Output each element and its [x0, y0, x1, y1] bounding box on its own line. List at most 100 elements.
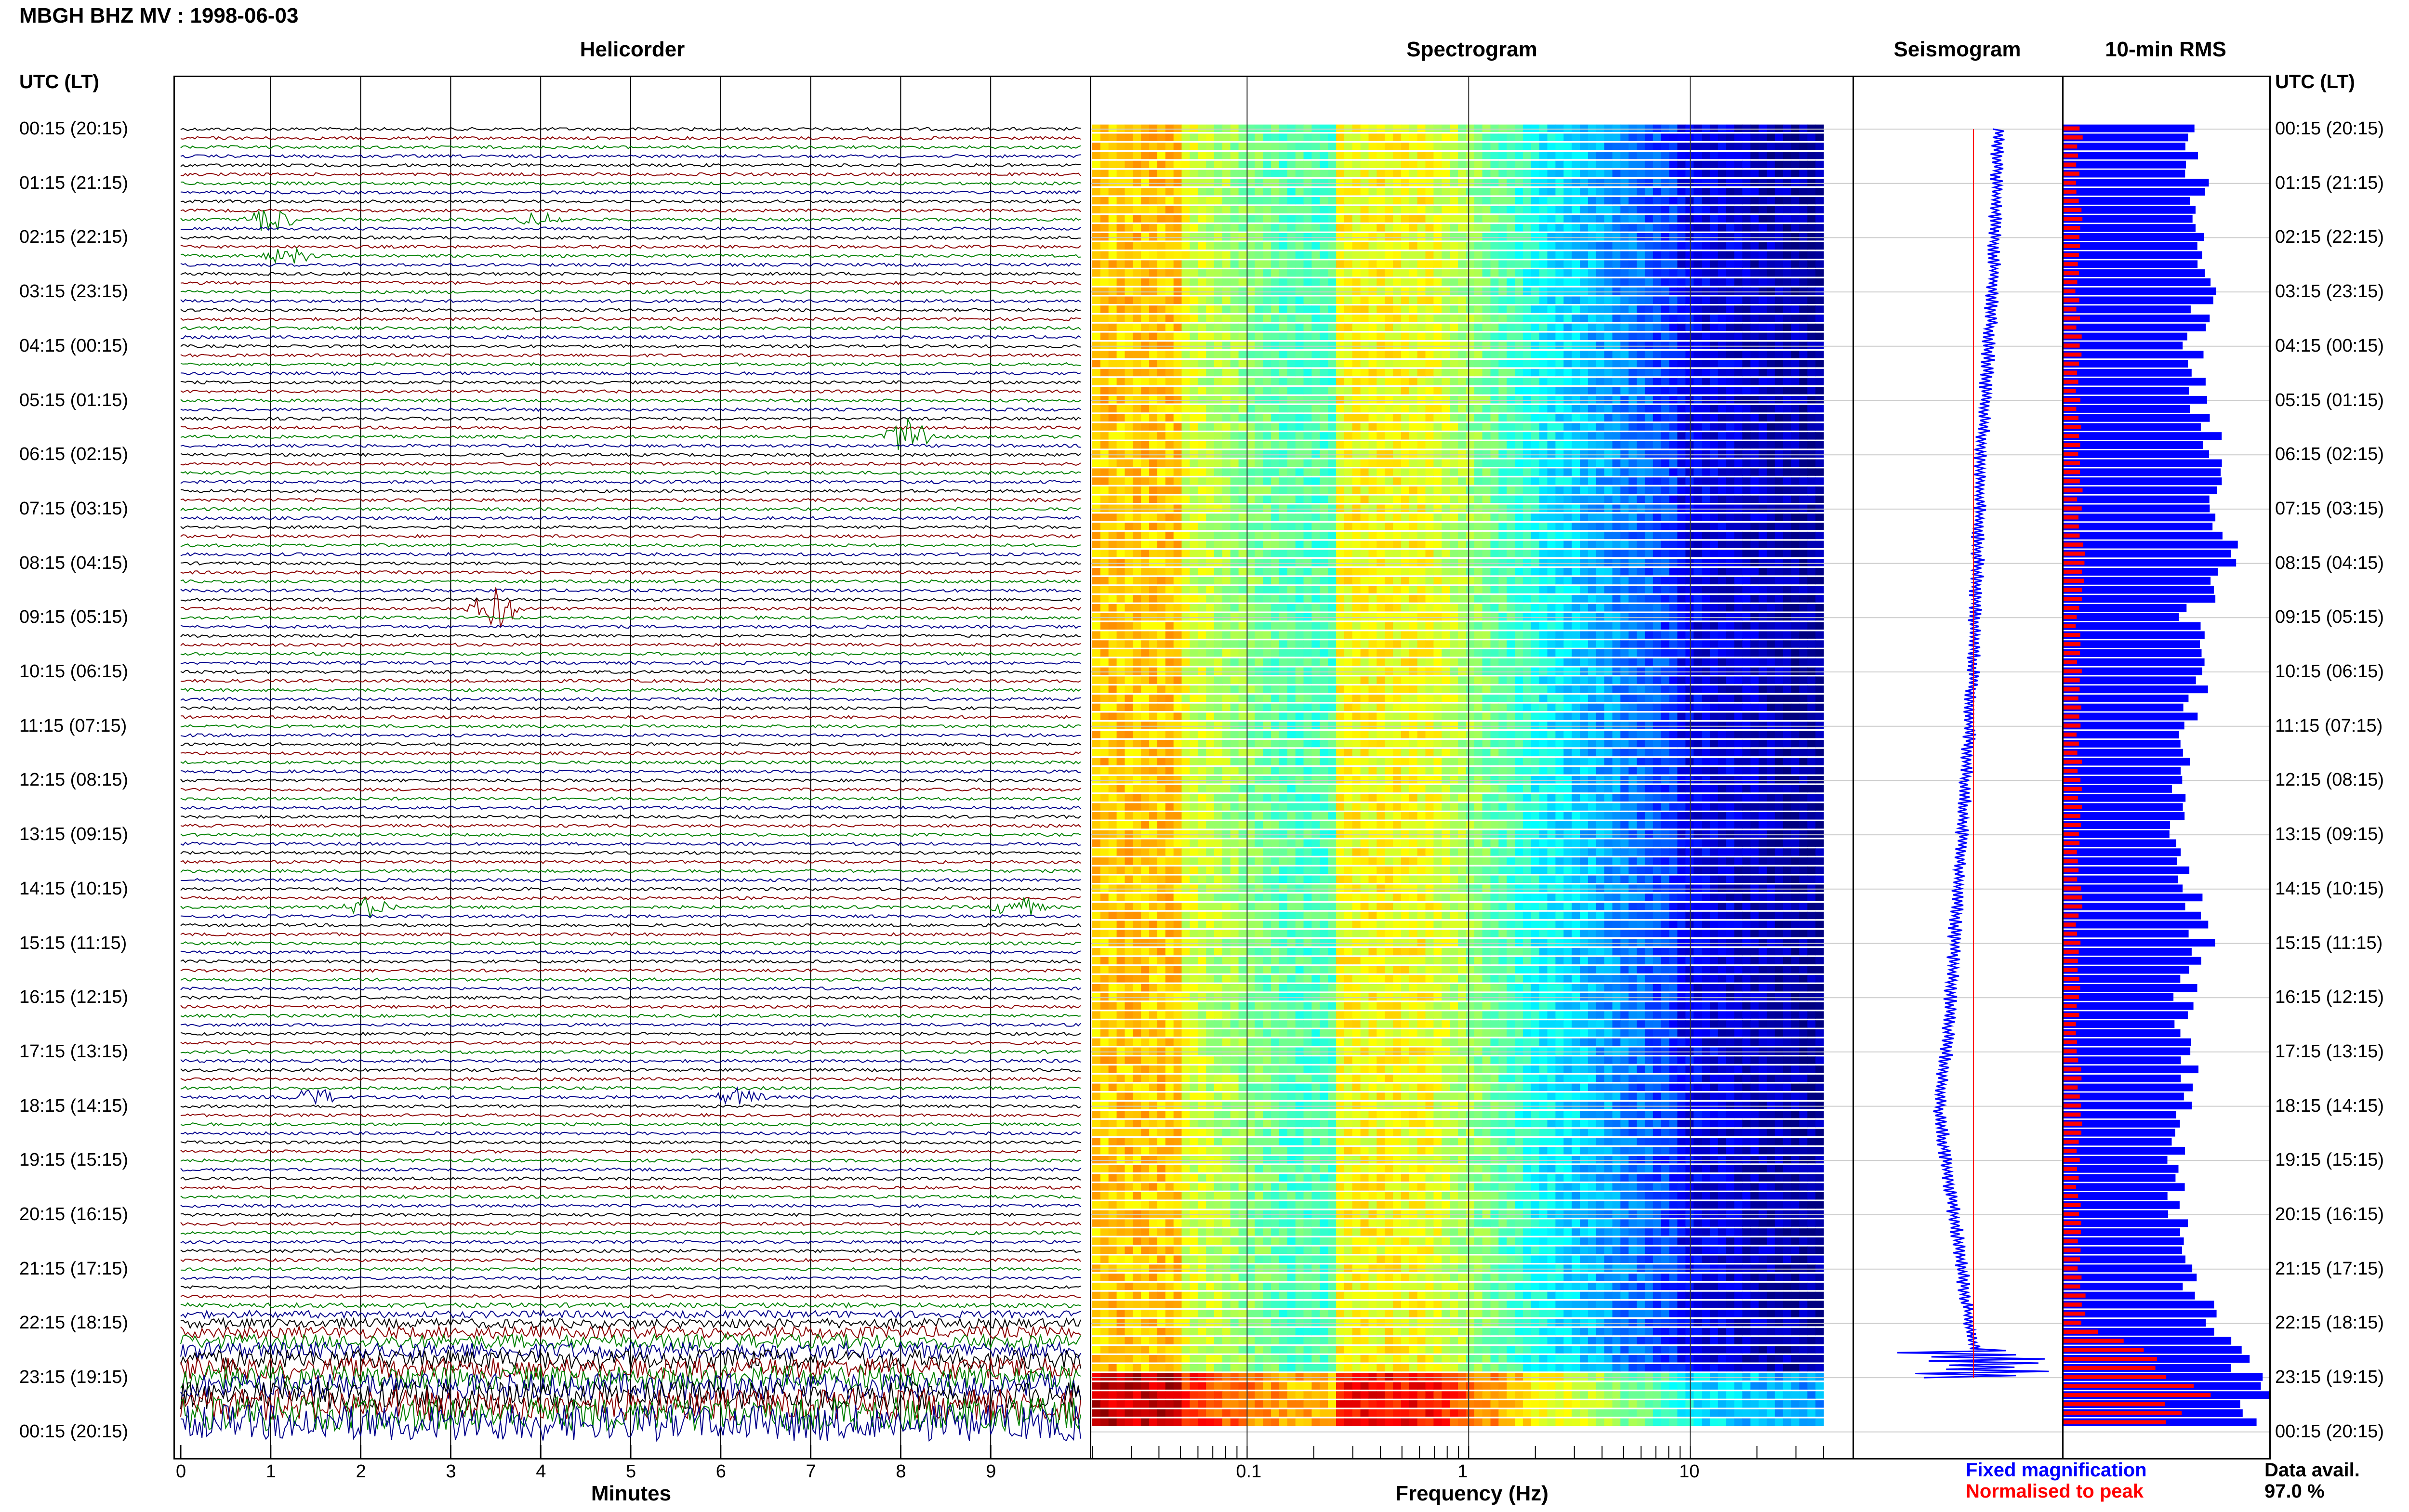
spectrogram-cell	[1490, 242, 1499, 250]
spectrogram-cell	[1791, 432, 1800, 440]
spectrogram-cell	[1409, 450, 1418, 458]
spectrogram-cell	[1774, 595, 1784, 603]
spectrogram-cell	[1458, 378, 1467, 385]
spectrogram-cell	[1368, 315, 1377, 322]
spectrogram-cell	[1450, 170, 1458, 177]
spectrogram-cell	[1458, 197, 1467, 205]
spectrogram-cell	[1815, 242, 1824, 250]
time-label-right: 12:15 (08:15)	[2275, 770, 2384, 790]
spectrogram-cell	[1417, 305, 1426, 313]
spectrogram-cell	[1515, 143, 1523, 150]
time-label-right: 10:15 (06:15)	[2275, 661, 2384, 682]
spectrogram-cell	[1628, 315, 1637, 322]
spectrogram-cell	[1100, 152, 1109, 159]
spectrogram-cell	[1596, 495, 1605, 503]
spectrogram-cell	[1450, 251, 1458, 259]
spectrogram-cell	[1490, 387, 1499, 394]
spectrogram-cell	[1255, 531, 1263, 539]
spectrogram-cell	[1108, 170, 1117, 177]
spectrogram-cell	[1791, 278, 1800, 286]
spectrogram-cell	[1482, 197, 1491, 205]
spectrogram-cell	[1572, 170, 1580, 177]
spectrogram-cell	[1580, 441, 1588, 449]
spectrogram-cell	[1157, 233, 1166, 241]
spectrogram-cell	[1116, 387, 1125, 394]
spectrogram-cell	[1466, 577, 1475, 585]
spectrogram-cell	[1368, 513, 1377, 521]
spectrogram-cell	[1612, 332, 1621, 340]
spectrogram-cell	[1669, 450, 1678, 458]
spectrogram-cell	[1287, 568, 1296, 576]
spectrogram-cell	[1482, 260, 1491, 268]
spectrogram-cell	[1515, 513, 1523, 521]
spectrogram-cell	[1320, 152, 1328, 159]
spectrogram-cell	[1442, 405, 1450, 413]
spectrogram-cell	[1669, 495, 1678, 503]
spectrogram-cell	[1320, 351, 1328, 358]
spectrogram-cell	[1116, 305, 1125, 313]
spectrogram-cell	[1141, 269, 1150, 277]
spectrogram-cell	[1190, 586, 1198, 593]
spectrogram-cell	[1279, 197, 1288, 205]
time-label-right: 02:15 (22:15)	[2275, 227, 2384, 248]
spectrogram-cell	[1709, 540, 1719, 548]
spectrogram-cell	[1604, 387, 1613, 394]
spectrogram-cell	[1734, 423, 1743, 431]
spectrogram-cell	[1596, 405, 1605, 413]
spectrogram-cell	[1750, 531, 1759, 539]
spectrogram-cell	[1539, 287, 1548, 295]
spectrogram-cell	[1344, 568, 1353, 576]
spectrogram-cell	[1466, 468, 1475, 476]
spectrogram-cell	[1694, 595, 1702, 603]
spectrogram-cell	[1336, 242, 1345, 250]
spectrogram-cell	[1734, 170, 1743, 177]
spectrogram-cell	[1222, 559, 1231, 566]
spectrogram-cell	[1759, 468, 1767, 476]
spectrogram-cell	[1157, 486, 1166, 494]
spectrogram-cell	[1173, 405, 1182, 413]
spectrogram-cell	[1385, 540, 1393, 548]
spectrogram-cell	[1255, 559, 1263, 566]
spectrogram-cell	[1604, 459, 1613, 467]
spectrogram-cell	[1100, 143, 1109, 150]
spectrogram-cell	[1702, 206, 1710, 214]
spectrogram-cell	[1766, 170, 1775, 177]
spectrogram-cell	[1815, 387, 1824, 394]
spectrogram-cell	[1531, 577, 1540, 585]
spectrogram-cell	[1360, 260, 1369, 268]
spectrogram-cell	[1637, 179, 1645, 186]
spectrogram-cell	[1303, 486, 1312, 494]
spectrogram-cell	[1539, 595, 1548, 603]
spectrogram-cell	[1637, 540, 1645, 548]
spectrogram-cell	[1563, 378, 1572, 385]
spectrogram-cell	[1165, 441, 1174, 449]
spectrogram-cell	[1279, 242, 1288, 250]
spectrogram-cell	[1694, 441, 1702, 449]
spectrogram-cell	[1149, 160, 1158, 169]
spectrogram-cell	[1409, 351, 1418, 358]
spectrogram-cell	[1783, 459, 1792, 467]
spectrogram-cell	[1328, 586, 1337, 593]
spectrogram-cell	[1718, 233, 1727, 241]
spectrogram-cell	[1718, 523, 1727, 530]
spectrogram-cell	[1588, 486, 1597, 494]
spectrogram-cell	[1596, 332, 1605, 340]
spectrogram-cell	[1320, 513, 1328, 521]
spectrogram-cell	[1344, 224, 1353, 232]
spectrogram-cell	[1263, 206, 1271, 214]
spectrogram-cell	[1742, 441, 1751, 449]
spectrogram-cell	[1604, 124, 1613, 132]
spectrogram-cell	[1100, 414, 1109, 422]
spectrogram-cell	[1279, 568, 1288, 576]
spectrogram-cell	[1604, 432, 1613, 440]
spectrogram-cell	[1263, 332, 1271, 340]
spectrogram-cell	[1766, 188, 1775, 196]
spectrogram-cell	[1620, 197, 1629, 205]
spectrogram-cell	[1555, 477, 1564, 485]
spectrogram-cell	[1628, 160, 1637, 169]
spectrogram-cell	[1214, 278, 1223, 286]
spectrogram-cell	[1385, 170, 1393, 177]
spectrogram-cell	[1311, 504, 1320, 512]
spectrogram-cell	[1198, 459, 1206, 467]
spectrogram-cell	[1125, 423, 1133, 431]
